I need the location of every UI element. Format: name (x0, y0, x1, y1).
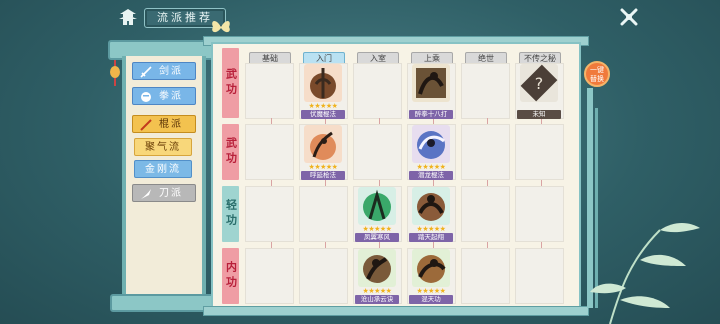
skill-icon (304, 125, 342, 163)
quick-replace-button[interactable]: 一键 替换 (584, 61, 610, 87)
skill-card[interactable]: 醉拳十八打 (408, 62, 454, 119)
grid-cell (245, 248, 294, 304)
connector-line (487, 118, 488, 124)
skill-name: 踏天起翔 (409, 233, 453, 242)
skill-card[interactable]: ★★★★★ 呼延枪法 (300, 123, 346, 180)
grid-cell (461, 124, 510, 180)
connector-line (271, 180, 272, 186)
grid-cell (299, 248, 348, 304)
skill-icon (358, 187, 396, 225)
grid-cell (299, 186, 348, 242)
grid-cell (515, 124, 564, 180)
connector-line (379, 118, 380, 124)
skill-card[interactable]: ★★★★★ 凤翼寒风 (354, 185, 400, 242)
fist-icon (141, 92, 151, 102)
skill-name: 沧山承云诀 (355, 295, 399, 304)
star-rating: ★★★★★ (416, 287, 446, 295)
sidebar-item-label: 聚气流 (145, 142, 181, 153)
grid-cell (461, 63, 510, 119)
connector-line (271, 118, 272, 124)
grid-cell (461, 248, 510, 304)
connector-line (271, 242, 272, 248)
top-bar: 流派推荐 (0, 0, 720, 34)
skill-name: 凤翼寒风 (355, 233, 399, 242)
sidebar-item-label: 金刚流 (145, 164, 181, 175)
main-frame-bottom (203, 306, 589, 316)
sidebar-item-staff-sect[interactable]: 棍派 (132, 115, 196, 133)
sidebar-subitem-juqi[interactable]: 聚气流 (134, 138, 192, 156)
skill-icon (412, 64, 450, 102)
sidebar-item-blade-sect[interactable]: 刀派 (132, 184, 196, 202)
connector-line (487, 242, 488, 248)
svg-text:?: ? (535, 74, 544, 93)
star-rating: ★★★★★ (416, 225, 446, 233)
blade-icon (141, 189, 151, 199)
sidebar-subitem-jingang[interactable]: 金刚流 (134, 160, 192, 178)
grid-cell (353, 63, 402, 119)
skill-icon (412, 187, 450, 225)
star-rating: ★★★★★ (308, 163, 338, 171)
skill-name: 未知 (517, 110, 561, 119)
butterfly-icon (212, 20, 230, 33)
grid-cell (353, 124, 402, 180)
skill-name: 醉拳十八打 (409, 110, 453, 119)
skill-icon (358, 249, 396, 287)
skill-name: 潜龙棍法 (409, 171, 453, 180)
sword-icon (140, 66, 152, 78)
connector-line (541, 180, 542, 186)
lantern-icon (110, 60, 120, 86)
badge-line: 替换 (590, 75, 604, 83)
grid-cell (245, 124, 294, 180)
sidebar-item-sword-sect[interactable]: 剑派 (132, 62, 196, 80)
grid-cell (461, 186, 510, 242)
skill-card[interactable]: ★★★★★ 潜龙棍法 (408, 123, 454, 180)
grid-cell (245, 63, 294, 119)
star-rating: ★★★★★ (308, 102, 338, 110)
row-label: 武功 (222, 48, 239, 118)
skill-icon (412, 125, 450, 163)
row-label: 轻功 (222, 186, 239, 242)
skill-card[interactable]: ★★★★★ 混天功 (408, 247, 454, 304)
skill-name: 呼延枪法 (301, 171, 345, 180)
connector-line (325, 180, 326, 186)
badge-line: 一键 (590, 66, 604, 74)
staff-icon (140, 119, 152, 131)
skill-icon (412, 249, 450, 287)
row-label: 内功 (222, 248, 239, 304)
skill-icon: ? (520, 64, 558, 102)
star-rating: ★★★★★ (416, 163, 446, 171)
skill-name: 伏魔棍法 (301, 110, 345, 119)
skill-card[interactable]: ★★★★★ 踏天起翔 (408, 185, 454, 242)
grid-cell (245, 186, 294, 242)
star-rating: ★★★★★ (362, 287, 392, 295)
bamboo-decoration (590, 223, 700, 324)
skill-card[interactable]: ? 未知 (516, 62, 562, 119)
pagoda-icon (119, 9, 137, 25)
skill-card[interactable]: ★★★★★ 伏魔棍法 (300, 62, 346, 119)
connector-line (541, 242, 542, 248)
close-icon[interactable] (617, 5, 641, 29)
star-rating: ★★★★★ (362, 225, 392, 233)
skill-icon (304, 64, 342, 102)
grid-cell (515, 186, 564, 242)
grid-cell (515, 248, 564, 304)
row-label: 武功 (222, 124, 239, 180)
skill-card[interactable]: ★★★★★ 沧山承云诀 (354, 247, 400, 304)
connector-line (487, 180, 488, 186)
skill-name: 混天功 (409, 295, 453, 304)
connector-line (325, 242, 326, 248)
sidebar-item-fist-sect[interactable]: 拳派 (132, 87, 196, 105)
panel-base (110, 294, 214, 312)
